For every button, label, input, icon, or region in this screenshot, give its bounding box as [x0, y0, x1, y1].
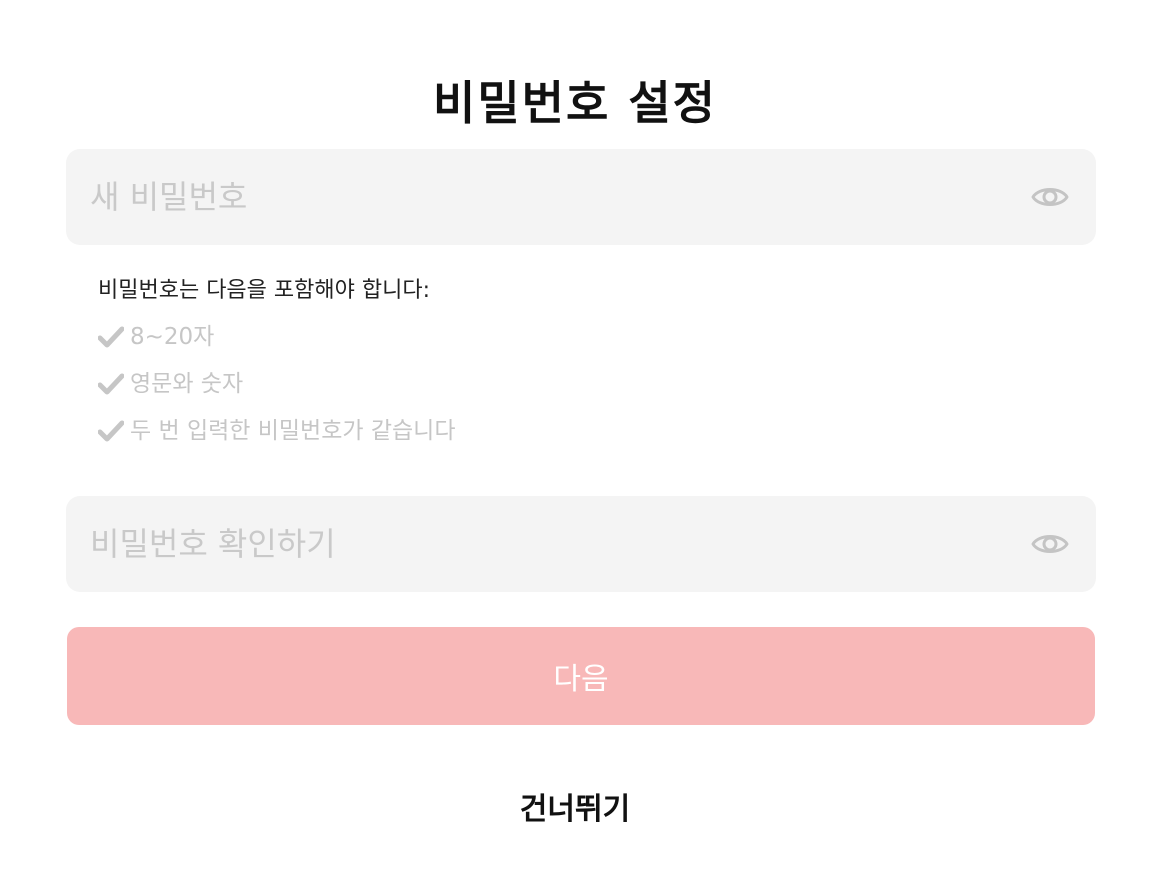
eye-icon[interactable] [1030, 524, 1070, 564]
new-password-field [66, 149, 1096, 245]
check-icon [98, 320, 126, 354]
eye-icon[interactable] [1030, 177, 1070, 217]
requirement-item: 두 번 입력한 비밀번호가 같습니다 [98, 414, 798, 461]
check-icon [98, 367, 126, 401]
requirements-list: 8~20자 영문와 숫자 두 번 입력한 비밀번호가 같습니다 [98, 320, 798, 461]
password-requirements: 비밀번호는 다음을 포함해야 합니다: 8~20자 영문와 숫자 두 번 입력한… [98, 274, 798, 461]
confirm-password-input[interactable] [90, 496, 1010, 592]
confirm-password-field [66, 496, 1096, 592]
requirement-label: 두 번 입력한 비밀번호가 같습니다 [130, 418, 456, 444]
check-icon [98, 414, 126, 448]
skip-link[interactable]: 건너뛰기 [0, 784, 1150, 828]
requirements-title: 비밀번호는 다음을 포함해야 합니다: [98, 278, 430, 303]
requirement-label: 8~20자 [130, 324, 215, 350]
next-button[interactable]: 다음 [67, 627, 1095, 725]
requirement-item: 8~20자 [98, 320, 798, 367]
new-password-input[interactable] [90, 149, 1010, 245]
requirement-item: 영문와 숫자 [98, 367, 798, 414]
page-title: 비밀번호 설정 [433, 75, 717, 130]
requirement-label: 영문와 숫자 [130, 371, 244, 397]
